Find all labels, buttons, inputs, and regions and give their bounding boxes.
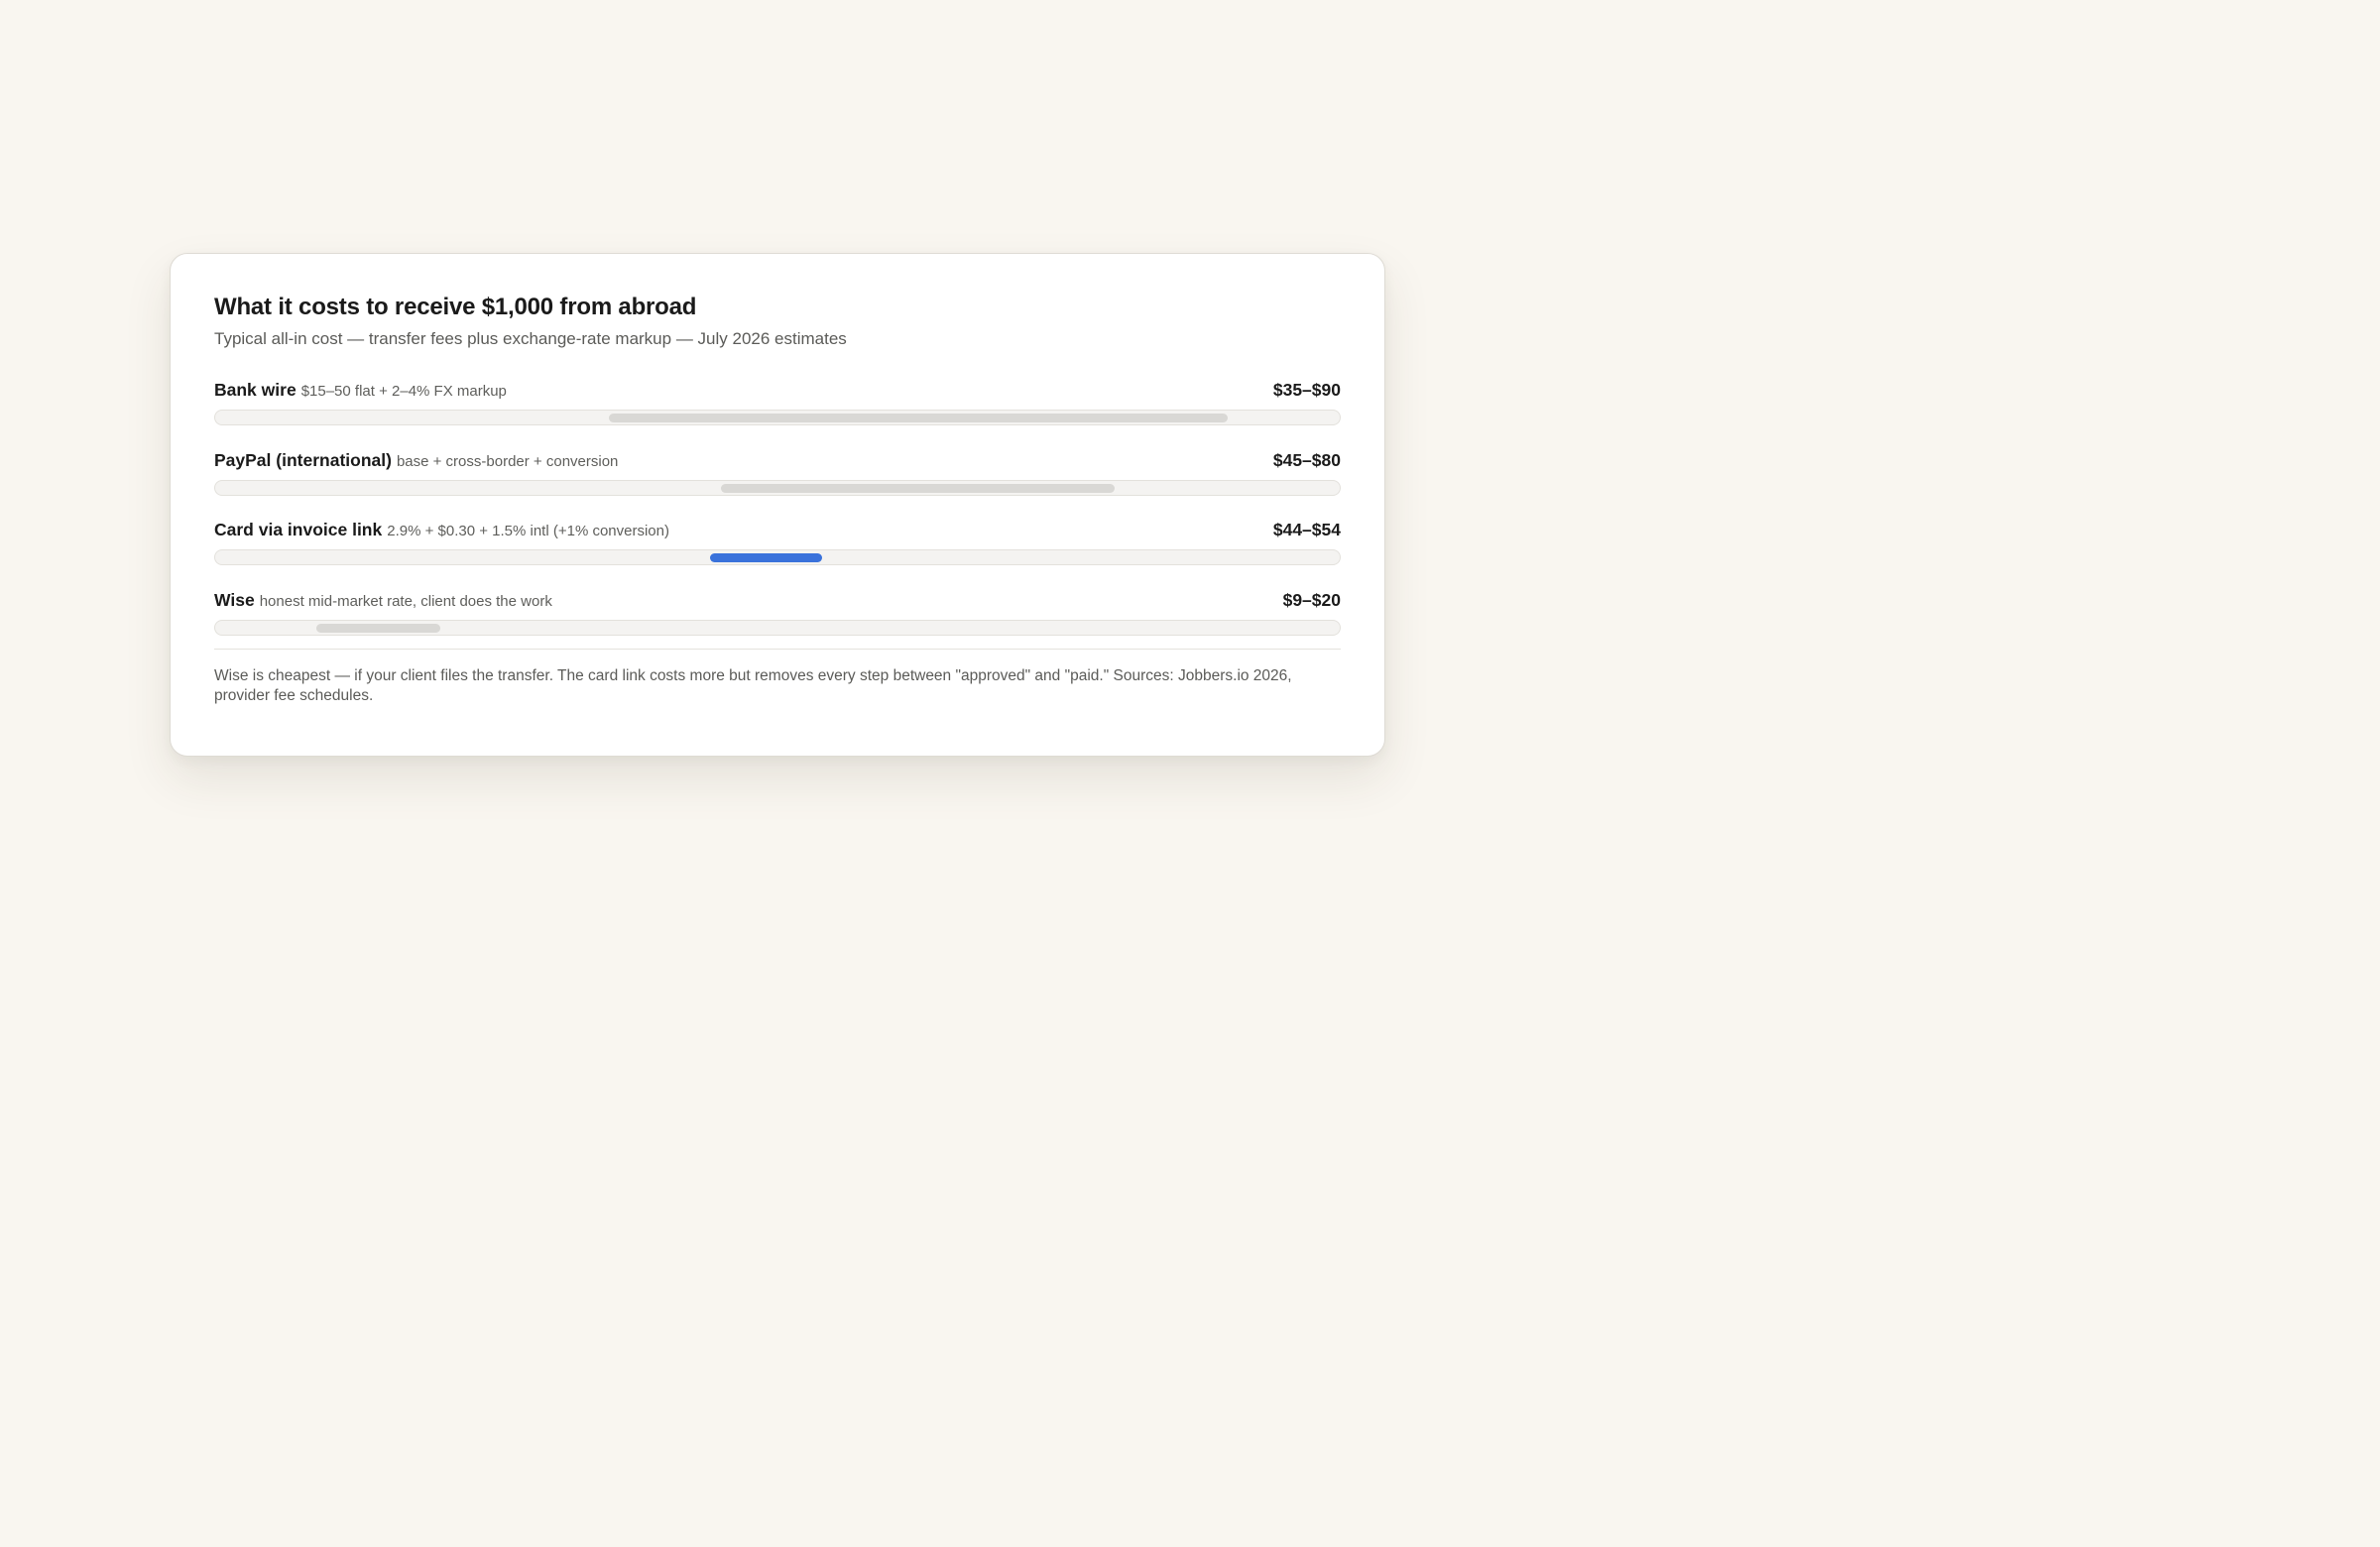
range-bar (721, 483, 1116, 493)
range-track (214, 410, 1341, 425)
range-bar (316, 623, 440, 633)
method-name: Bank wire (214, 380, 297, 400)
range-track (214, 479, 1341, 496)
row-label: Wise honest mid-market rate, client does … (214, 590, 552, 611)
cost-range-label: $35–$90 (1272, 380, 1341, 400)
range-track (214, 549, 1341, 565)
range-bar (709, 553, 823, 562)
row-label: Card via invoice link 2.9% + $0.30 + 1.5%… (214, 520, 669, 540)
cost-comparison-card: What it costs to receive $1,000 from abr… (170, 253, 1385, 757)
method-detail: $15–50 flat + 2–4% FX markup (300, 383, 507, 400)
cost-range-label: $9–$20 (1282, 589, 1341, 610)
cost-row: PayPal (international) base + cross-borde… (214, 442, 1341, 513)
row-header: Wise honest mid-market rate, client does … (214, 590, 1341, 612)
range-track (214, 619, 1341, 636)
method-detail: honest mid-market rate, client does the … (259, 592, 552, 610)
row-header: PayPal (international) base + cross-borde… (214, 450, 1341, 472)
method-detail: base + cross-border + conversion (396, 452, 619, 470)
cost-range-label: $44–$54 (1272, 520, 1341, 539)
cost-row: Wise honest mid-market rate, client does … (214, 582, 1341, 653)
chart-title: What it costs to receive $1,000 from abr… (214, 294, 697, 320)
cost-range-label: $45–$80 (1272, 449, 1341, 470)
footnote: Wise is cheapest — if your client files … (214, 667, 1292, 704)
range-bar-list: Bank wire $15–50 flat + 2–4% FX markup $3… (214, 372, 1341, 652)
row-label: PayPal (international) base + cross-borde… (214, 450, 618, 471)
row-label: Bank wire $15–50 flat + 2–4% FX markup (214, 380, 507, 401)
row-header: Bank wire $15–50 flat + 2–4% FX markup $3… (214, 380, 1341, 402)
method-name: Wise (214, 589, 255, 610)
cost-row: Bank wire $15–50 flat + 2–4% FX markup $3… (214, 372, 1341, 442)
cost-row: Card via invoice link 2.9% + $0.30 + 1.5%… (214, 512, 1341, 582)
chart-subtitle: Typical all-in cost — transfer fees plus… (214, 329, 847, 348)
row-header: Card via invoice link 2.9% + $0.30 + 1.5%… (214, 520, 1341, 541)
method-name: PayPal (international) (214, 449, 392, 470)
range-bar (608, 414, 1228, 422)
method-name: Card via invoice link (214, 520, 383, 539)
method-detail: 2.9% + $0.30 + 1.5% intl (+1% conversion… (387, 523, 669, 539)
